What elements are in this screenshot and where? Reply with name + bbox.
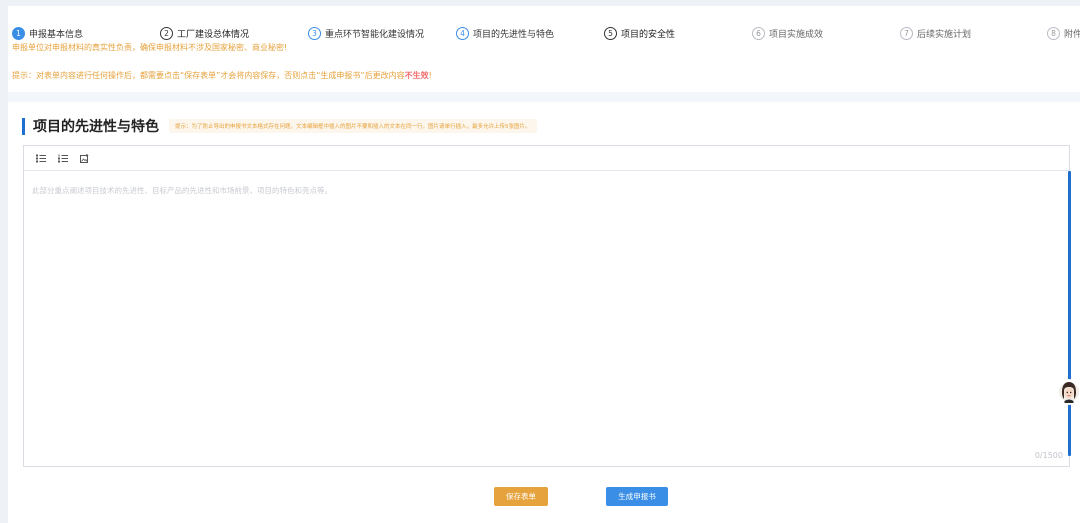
step-number: 7: [900, 26, 913, 40]
panel-separator: [8, 92, 1080, 102]
save-reminder-notice: 提示：对表单内容进行任何操作后，都需要点击“保存表单”才会将内容保存，否则点击“…: [12, 70, 432, 81]
numbered-list-button[interactable]: [56, 151, 70, 165]
generate-application-button[interactable]: 生成申报书: [606, 487, 668, 506]
action-footer: 保存表单 生成申报书: [8, 479, 1080, 523]
section-accent-bar: [22, 117, 25, 135]
step-label: 后续实施计划: [917, 29, 972, 40]
step-label: 申报基本信息: [29, 29, 84, 40]
step-label: 项目的先进性与特色: [473, 29, 555, 40]
bulleted-list-icon: [36, 154, 46, 162]
editor-toolbar: [24, 146, 1069, 171]
assistant-avatar[interactable]: [1058, 379, 1080, 405]
numbered-list-icon: [58, 154, 68, 162]
not-effective-text: 不生效: [404, 71, 429, 80]
editor-placeholder: 此部分重点阐述项目技术的先进性、目标产品的先进性和市场前景、项目的特色和亮点等。: [32, 186, 332, 195]
step-label: 重点环节智能化建设情况: [325, 29, 425, 40]
steps-panel: 1 申报基本信息 2 工厂建设总体情况 3 重点环节智能化建设情况 4 项目的先…: [8, 6, 1080, 102]
section-header: 项目的先进性与特色 提示：为了防止导出的申报书文本格式存在问题，文本编辑框中插入…: [22, 115, 537, 137]
step-number: 1: [12, 26, 25, 40]
step-label: 附件: [1064, 29, 1080, 40]
bulleted-list-button[interactable]: [34, 151, 48, 165]
step-navigation: 1 申报基本信息 2 工厂建设总体情况 3 重点环节智能化建设情况 4 项目的先…: [12, 25, 1080, 41]
section-title: 项目的先进性与特色: [33, 119, 159, 135]
step-implementation-results[interactable]: 6 项目实施成效: [752, 25, 823, 41]
editor-scrollbar[interactable]: [1068, 171, 1071, 456]
step-basic-info[interactable]: 1 申报基本信息: [12, 25, 83, 41]
save-reminder-text: 提示：对表单内容进行任何操作后，都需要点击“保存表单”才会将内容保存，否则点击“…: [12, 71, 405, 80]
image-upload-button[interactable]: [78, 151, 92, 165]
step-project-safety[interactable]: 5 项目的安全性: [604, 25, 675, 41]
step-number: 2: [160, 26, 173, 40]
step-number: 8: [1047, 26, 1060, 40]
step-number: 6: [752, 26, 765, 40]
rich-text-editor: 此部分重点阐述项目技术的先进性、目标产品的先进性和市场前景、项目的特色和亮点等。…: [23, 145, 1071, 467]
step-number: 5: [604, 26, 617, 40]
step-label: 工厂建设总体情况: [177, 29, 250, 40]
step-number: 3: [308, 26, 321, 40]
step-attachments[interactable]: 8 附件: [1047, 25, 1080, 41]
step-label: 项目实施成效: [769, 29, 824, 40]
responsibility-notice: 申报单位对申报材料的真实性负责，确保申报材料不涉及国家秘密、商业秘密!: [12, 43, 288, 52]
step-factory-overview[interactable]: 2 工厂建设总体情况: [160, 25, 249, 41]
save-reminder-end: !: [428, 71, 432, 80]
step-number: 4: [456, 26, 469, 40]
step-label: 项目的安全性: [621, 29, 676, 40]
step-key-link-intelligence[interactable]: 3 重点环节智能化建设情况: [308, 25, 424, 41]
editor-content-area[interactable]: 此部分重点阐述项目技术的先进性、目标产品的先进性和市场前景、项目的特色和亮点等。…: [24, 171, 1071, 466]
step-follow-up-plan[interactable]: 7 后续实施计划: [900, 25, 971, 41]
section-panel: 项目的先进性与特色 提示：为了防止导出的申报书文本格式存在问题，文本编辑框中插入…: [8, 102, 1080, 479]
image-upload-icon: [80, 153, 89, 163]
save-form-button[interactable]: 保存表单: [494, 487, 548, 506]
step-advancement-features[interactable]: 4 项目的先进性与特色: [456, 25, 554, 41]
image-upload-hint: 提示：为了防止导出的申报书文本格式存在问题，文本编辑框中插入的图片不要和插入的文…: [169, 119, 537, 133]
character-counter: 0/1500: [1034, 451, 1063, 460]
person-icon: [1059, 382, 1079, 403]
